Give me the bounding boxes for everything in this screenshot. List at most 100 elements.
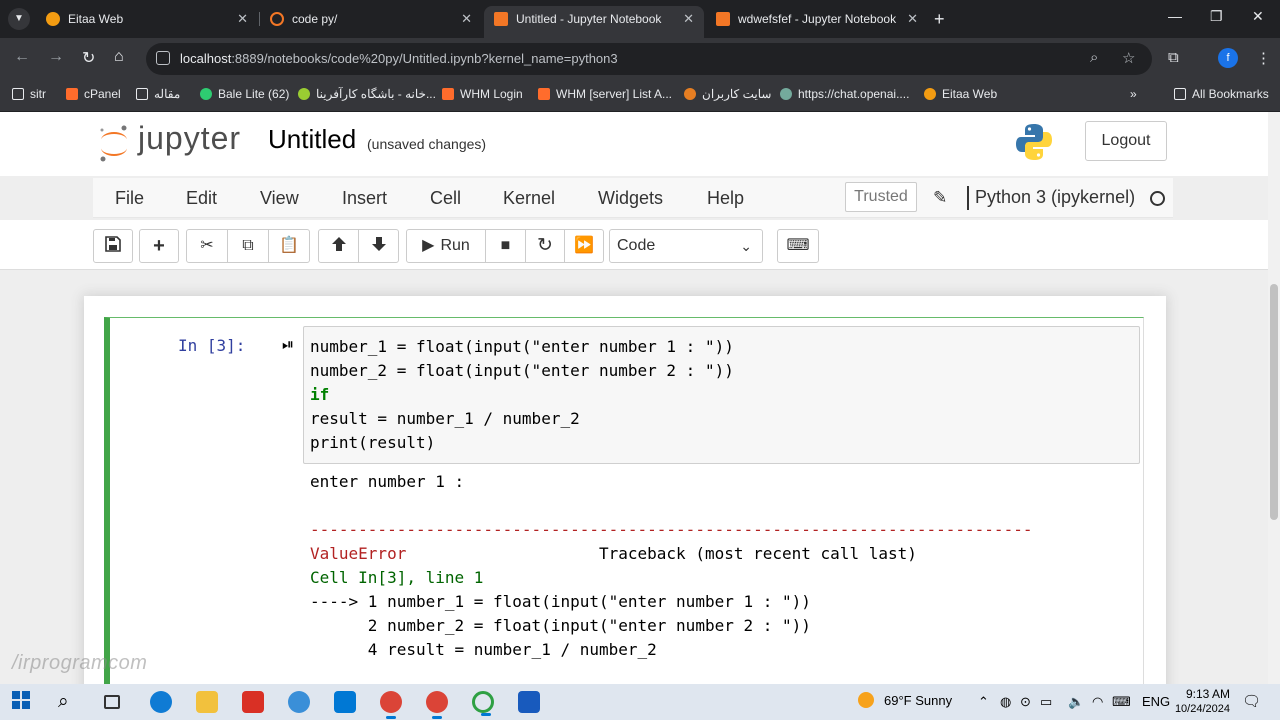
interrupt-kernel-button[interactable]: ■ bbox=[485, 229, 526, 263]
restart-run-all-button[interactable]: ⏩ bbox=[564, 229, 604, 263]
all-bookmarks[interactable]: All Bookmarks bbox=[1174, 87, 1269, 101]
menu-file[interactable]: File bbox=[115, 188, 144, 209]
word-icon[interactable] bbox=[518, 691, 540, 713]
tray-icon[interactable]: ⊙ bbox=[1020, 694, 1031, 710]
menu-view[interactable]: View bbox=[260, 188, 299, 209]
run-button[interactable]: ▶ Run bbox=[406, 229, 486, 263]
close-window-icon[interactable]: ✕ bbox=[1252, 8, 1264, 25]
code-editor[interactable]: number_1 = float(input("enter number 1 :… bbox=[303, 326, 1140, 464]
zoom-icon[interactable]: ⌕ bbox=[1090, 49, 1098, 66]
menu-cell[interactable]: Cell bbox=[430, 188, 461, 209]
bookmark-item[interactable]: سایت کاربران bbox=[684, 87, 771, 101]
bookmark-item[interactable]: cPanel bbox=[66, 87, 121, 101]
code-text[interactable]: number_1 = float(input("enter number 1 :… bbox=[310, 335, 734, 455]
trusted-indicator[interactable]: Trusted bbox=[845, 182, 917, 212]
chrome-icon[interactable] bbox=[426, 691, 448, 719]
bookmark-item[interactable]: Bale Lite (62) bbox=[200, 87, 289, 101]
back-icon[interactable]: ← bbox=[14, 48, 30, 66]
scrollbar-thumb[interactable] bbox=[1270, 284, 1278, 520]
edge-icon[interactable] bbox=[150, 691, 172, 713]
close-icon[interactable]: ✕ bbox=[683, 6, 694, 32]
close-icon[interactable]: ✕ bbox=[907, 6, 918, 32]
tab-eitaa[interactable]: Eitaa Web ✕ bbox=[36, 6, 258, 38]
search-icon[interactable]: ⌕ bbox=[58, 691, 80, 713]
jupyter-app-icon[interactable] bbox=[472, 691, 494, 716]
traceback-line: 4 result = number_1 / number_2 bbox=[310, 640, 657, 659]
forward-icon[interactable]: → bbox=[48, 48, 64, 66]
paste-button[interactable]: 📋 bbox=[268, 229, 310, 263]
reload-icon[interactable]: ↻ bbox=[82, 48, 95, 68]
bookmark-item[interactable]: خانه - باشگاه کارآفرینا... bbox=[298, 87, 436, 101]
bookmark-star-icon[interactable]: ☆ bbox=[1122, 49, 1135, 67]
volume-icon[interactable]: 🔈 bbox=[1068, 694, 1084, 710]
paste-icon: 📋 bbox=[279, 237, 299, 254]
file-explorer-icon[interactable] bbox=[196, 691, 218, 713]
clock[interactable]: 9:13 AM 10/24/2024 bbox=[1172, 687, 1230, 717]
menu-help[interactable]: Help bbox=[707, 188, 744, 209]
bookmark-item[interactable]: WHM Login bbox=[442, 87, 523, 101]
command-palette-button[interactable]: ⌨ bbox=[777, 229, 819, 263]
code-cell[interactable]: In [3]: ⏯ number_1 = float(input("enter … bbox=[104, 317, 1144, 684]
close-icon[interactable]: ✕ bbox=[461, 6, 472, 32]
minimize-icon[interactable]: — bbox=[1168, 8, 1182, 24]
keyboard-icon[interactable]: ⌨ bbox=[1112, 694, 1131, 710]
app-icon[interactable] bbox=[288, 691, 310, 713]
network-icon[interactable]: ▭ bbox=[1040, 694, 1052, 710]
tab-untitled-notebook[interactable]: Untitled - Jupyter Notebook ✕ bbox=[484, 6, 704, 38]
chrome-icon[interactable] bbox=[380, 691, 402, 719]
tab-wdwefsfef-notebook[interactable]: wdwefsfef - Jupyter Notebook ✕ bbox=[706, 6, 928, 38]
extensions-icon[interactable]: ⧉ bbox=[1168, 49, 1179, 66]
vscode-icon[interactable] bbox=[334, 691, 356, 713]
bookmarks-overflow-icon[interactable]: » bbox=[1130, 87, 1137, 101]
task-view-icon[interactable] bbox=[104, 695, 120, 709]
notification-icon[interactable]: 🗨 bbox=[1242, 692, 1261, 710]
tray-icon[interactable]: ◍ bbox=[1000, 694, 1011, 710]
chevron-up-icon[interactable]: ⌃ bbox=[978, 694, 989, 710]
cut-button[interactable]: ✂ bbox=[186, 229, 228, 263]
bookmark-item[interactable]: مقاله bbox=[136, 87, 180, 101]
tab-code-py[interactable]: code py/ ✕ bbox=[260, 6, 482, 38]
bookmark-item[interactable]: https://chat.openai.... bbox=[780, 87, 909, 101]
scissors-icon: ✂ bbox=[200, 237, 214, 254]
home-icon[interactable]: ⌂ bbox=[114, 48, 124, 66]
insert-cell-button[interactable]: + bbox=[139, 229, 179, 263]
kernel-name[interactable]: Python 3 (ipykernel) bbox=[975, 187, 1135, 208]
close-icon[interactable]: ✕ bbox=[237, 6, 248, 32]
site-info-icon[interactable] bbox=[156, 51, 170, 65]
cell-run-icon[interactable]: ⏯ bbox=[282, 336, 294, 353]
cell-type-select[interactable]: Code ⌄ bbox=[609, 229, 763, 263]
cpanel-icon bbox=[66, 88, 78, 100]
jupyter-logo-icon[interactable] bbox=[98, 124, 130, 162]
wifi-icon[interactable]: ◠ bbox=[1092, 694, 1103, 710]
new-tab-button[interactable]: + bbox=[934, 6, 945, 32]
acrobat-icon[interactable] bbox=[242, 691, 264, 713]
profile-avatar[interactable]: f bbox=[1218, 48, 1238, 68]
browser-tab-strip: ▼ Eitaa Web ✕ code py/ ✕ Untitled - Jupy… bbox=[0, 0, 1280, 38]
move-up-button[interactable] bbox=[318, 229, 359, 263]
bookmark-item[interactable]: sitr bbox=[12, 87, 46, 101]
plus-icon: + bbox=[153, 235, 165, 257]
menu-edit[interactable]: Edit bbox=[186, 188, 217, 209]
browser-menu-icon[interactable]: ⋮ bbox=[1256, 49, 1271, 67]
windows-start-icon[interactable] bbox=[12, 691, 34, 713]
copy-button[interactable]: ⧉ bbox=[227, 229, 269, 263]
pencil-icon[interactable]: ✎ bbox=[933, 188, 947, 208]
menu-kernel[interactable]: Kernel bbox=[503, 188, 555, 209]
address-bar[interactable]: localhost:8889/notebooks/code%20py/Untit… bbox=[146, 43, 1152, 75]
menu-insert[interactable]: Insert bbox=[342, 188, 387, 209]
bookmark-item[interactable]: Eitaa Web bbox=[924, 87, 997, 101]
page-scrollbar[interactable] bbox=[1268, 112, 1280, 684]
jupyter-logo-text[interactable]: jupyter bbox=[138, 120, 241, 157]
move-down-button[interactable] bbox=[358, 229, 399, 263]
save-button[interactable] bbox=[93, 229, 133, 263]
notebook-name[interactable]: Untitled bbox=[268, 124, 356, 155]
bookmark-item[interactable]: WHM [server] List A... bbox=[538, 87, 672, 101]
restore-icon[interactable]: ❐ bbox=[1210, 8, 1223, 25]
language-indicator[interactable]: ENG bbox=[1142, 694, 1170, 709]
browser-toolbar: ← → ↻ ⌂ localhost:8889/notebooks/code%20… bbox=[0, 38, 1280, 80]
menu-widgets[interactable]: Widgets bbox=[598, 188, 663, 209]
tab-search-button[interactable]: ▼ bbox=[8, 8, 30, 30]
weather-widget[interactable]: 69°F Sunny bbox=[858, 692, 952, 708]
logout-button[interactable]: Logout bbox=[1085, 121, 1167, 161]
restart-kernel-button[interactable]: ↻ bbox=[525, 229, 565, 263]
